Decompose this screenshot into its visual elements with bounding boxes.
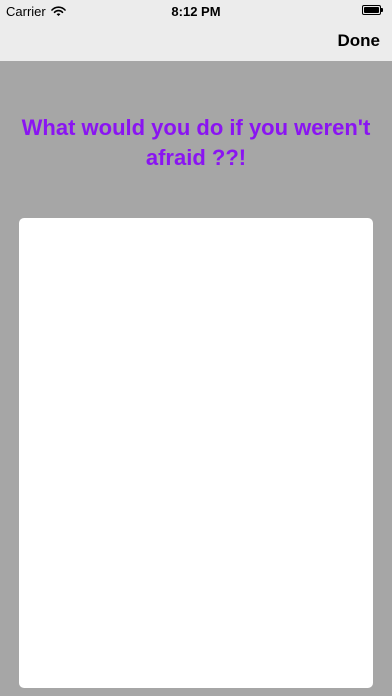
- battery-tip: [381, 8, 383, 12]
- status-time: 8:12 PM: [171, 4, 221, 19]
- battery-fill: [364, 7, 379, 13]
- battery-body: [362, 5, 381, 15]
- journal-text-area[interactable]: [19, 218, 373, 688]
- navigation-bar: Carrier 8:12 PM Done: [0, 0, 392, 61]
- prompt-title: What would you do if you weren't afraid …: [21, 115, 371, 170]
- status-bar: Carrier 8:12 PM: [0, 0, 392, 22]
- battery-icon: [362, 5, 384, 15]
- done-button[interactable]: Done: [338, 31, 381, 51]
